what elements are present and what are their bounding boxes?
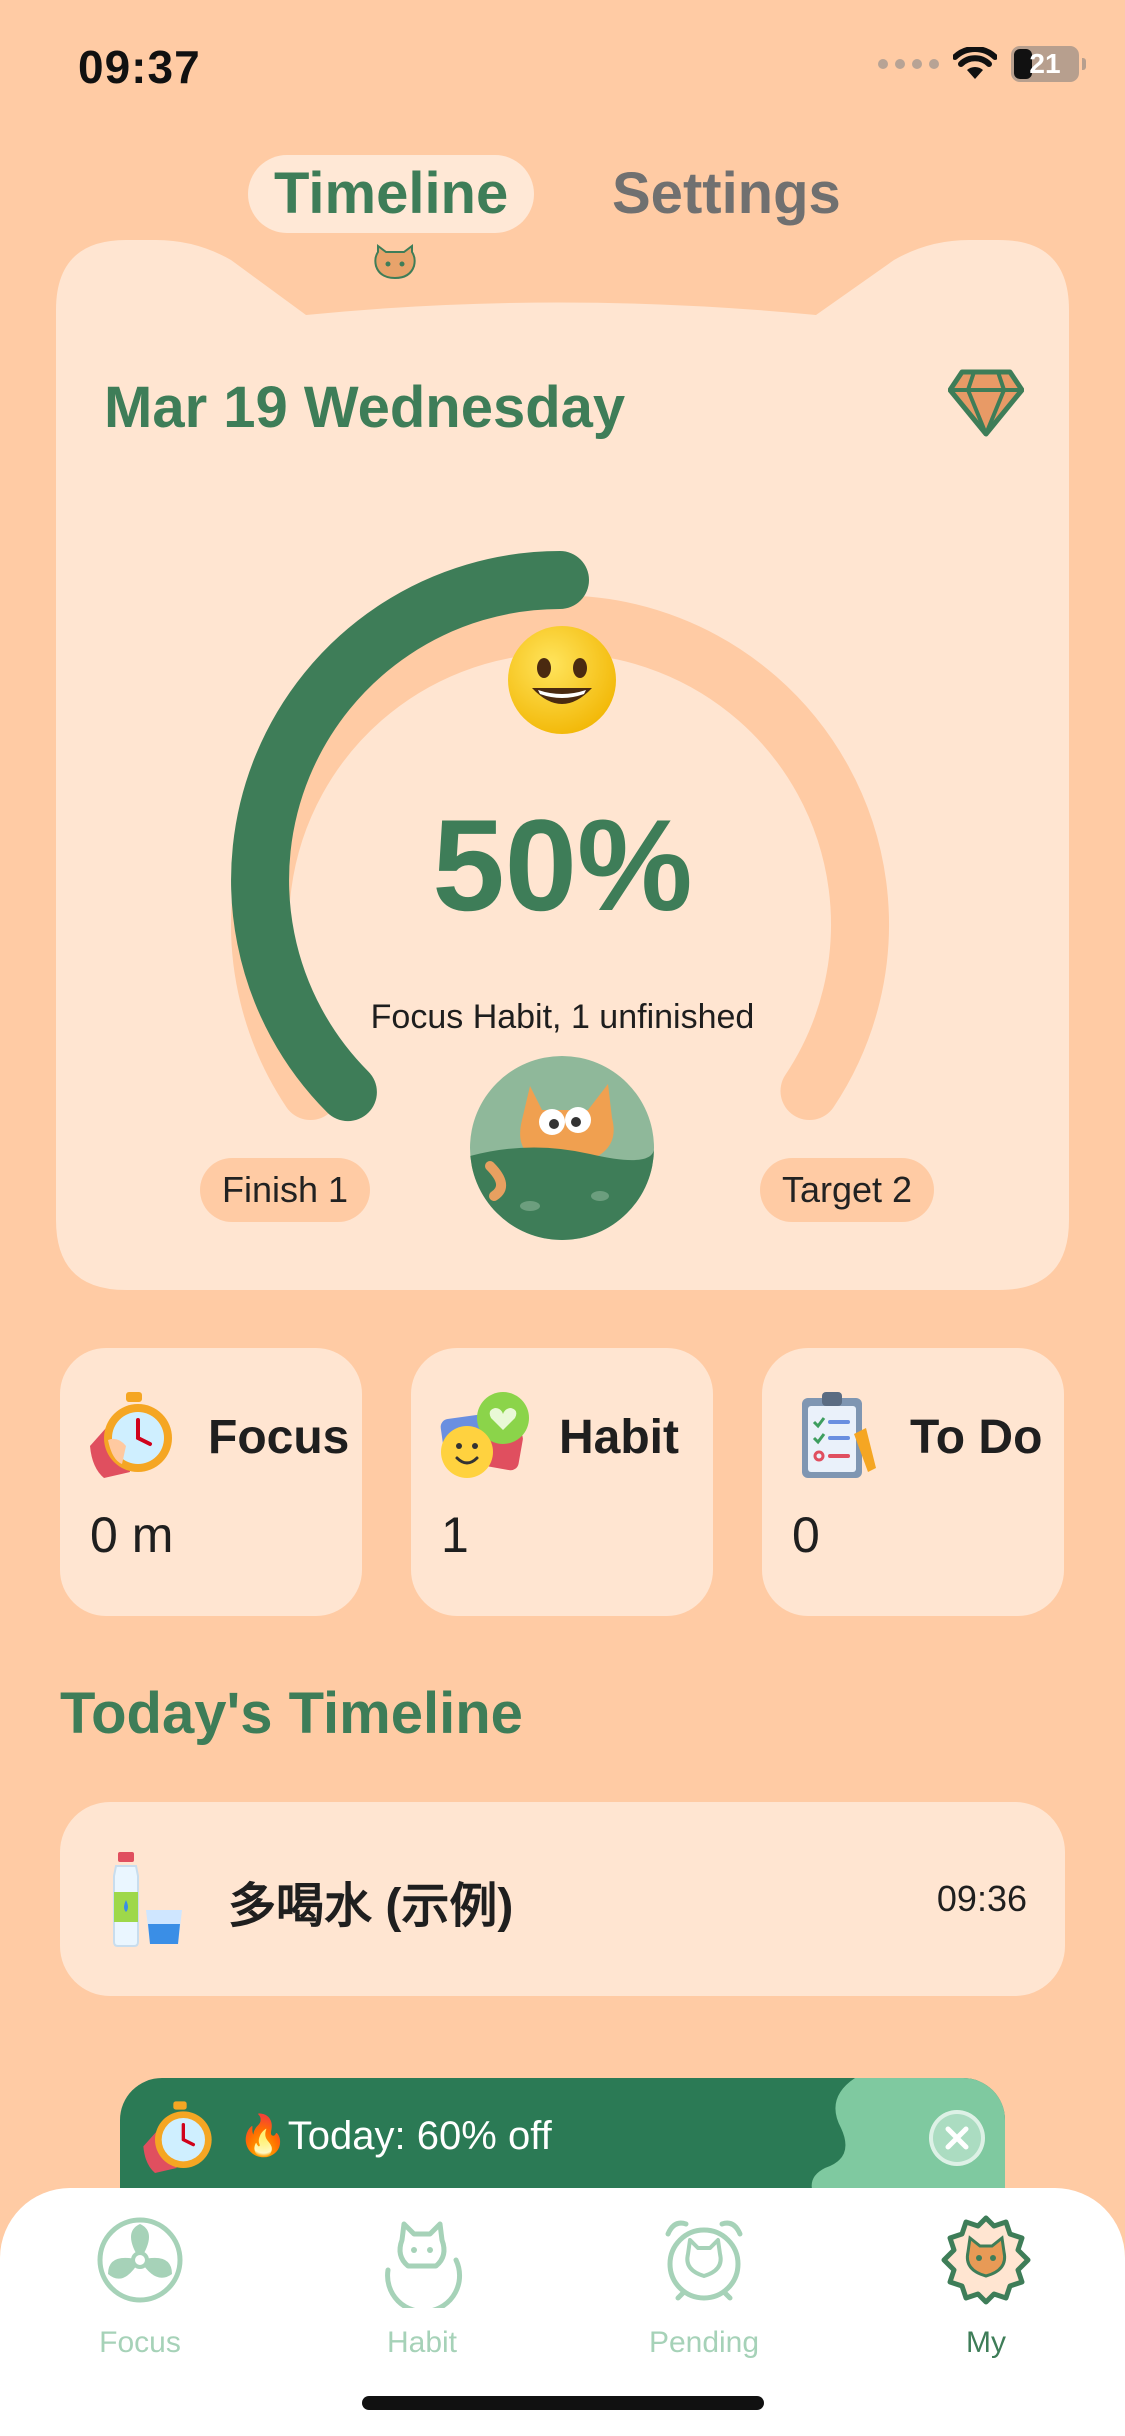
tab-timeline[interactable]: Timeline bbox=[248, 155, 535, 233]
stopwatch-hand-icon bbox=[143, 2101, 212, 2173]
progress-percent: 50% bbox=[432, 792, 693, 938]
stat-value-habit: 1 bbox=[441, 1507, 469, 1563]
cat-head-icon bbox=[374, 244, 416, 280]
my-cat-gear-icon bbox=[941, 2215, 1031, 2305]
battery-icon: 21 bbox=[1011, 46, 1086, 82]
progress-subtitle: Focus Habit, 1 unfinished bbox=[370, 998, 755, 1036]
finish-count-badge: Finish 1 bbox=[200, 1158, 371, 1222]
nav-item-habit[interactable]: Habit bbox=[322, 2212, 522, 2360]
close-icon[interactable] bbox=[929, 2110, 985, 2166]
water-bottle-icon bbox=[113, 1852, 182, 1947]
wifi-icon bbox=[953, 47, 997, 79]
habit-cat-icon bbox=[385, 2221, 463, 2308]
stopwatch-hand-icon bbox=[90, 1392, 172, 1478]
clipboard-checklist-icon bbox=[802, 1392, 876, 1478]
stat-label-focus: Focus bbox=[208, 1411, 350, 1464]
date-title: Mar 19 Wednesday bbox=[104, 375, 626, 440]
stat-label-habit: Habit bbox=[559, 1411, 679, 1464]
stat-card-todo[interactable]: To Do 0 bbox=[762, 1348, 1064, 1616]
nav-label-pending: Pending bbox=[648, 2326, 760, 2359]
stat-label-todo: To Do bbox=[910, 1411, 1043, 1464]
cat-bath-avatar-icon[interactable] bbox=[470, 1056, 654, 1240]
smiley-face-icon bbox=[508, 626, 616, 734]
diamond-icon[interactable] bbox=[948, 368, 1024, 438]
timeline-item-time: 09:36 bbox=[936, 1878, 1027, 1919]
nav-item-my[interactable]: My bbox=[886, 2212, 1086, 2360]
nav-item-pending[interactable]: Pending bbox=[604, 2212, 804, 2360]
status-time: 09:37 bbox=[78, 41, 201, 93]
nav-item-focus[interactable]: Focus bbox=[40, 2212, 240, 2360]
nav-label-my: My bbox=[966, 2326, 1006, 2359]
focus-fan-icon bbox=[97, 2217, 183, 2303]
stat-card-habit[interactable]: Habit 1 bbox=[411, 1348, 713, 1616]
promo-text: 🔥Today: 60% off bbox=[238, 2114, 552, 2158]
status-indicators: 21 bbox=[878, 46, 1086, 82]
stat-card-focus[interactable]: Focus 0 m bbox=[60, 1348, 362, 1616]
stat-value-focus: 0 m bbox=[90, 1507, 174, 1563]
nav-label-focus: Focus bbox=[99, 2326, 181, 2359]
stat-value-todo: 0 bbox=[792, 1507, 820, 1563]
pending-alarm-cat-icon bbox=[665, 2220, 743, 2301]
nav-label-habit: Habit bbox=[386, 2326, 458, 2359]
cellular-signal-icon bbox=[878, 59, 939, 69]
timeline-item-title: 多喝水 (示例) bbox=[228, 1880, 514, 1933]
home-indicator[interactable] bbox=[362, 2396, 764, 2410]
smiley-heart-icon bbox=[440, 1392, 529, 1478]
promo-banner[interactable]: 🔥Today: 60% off bbox=[120, 2078, 1005, 2198]
timeline-item[interactable]: 多喝水 (示例) 09:36 bbox=[60, 1802, 1065, 1996]
target-count-badge: Target 2 bbox=[760, 1158, 935, 1222]
tab-settings[interactable]: Settings bbox=[586, 155, 867, 233]
section-title-timeline: Today's Timeline bbox=[60, 1681, 523, 1746]
